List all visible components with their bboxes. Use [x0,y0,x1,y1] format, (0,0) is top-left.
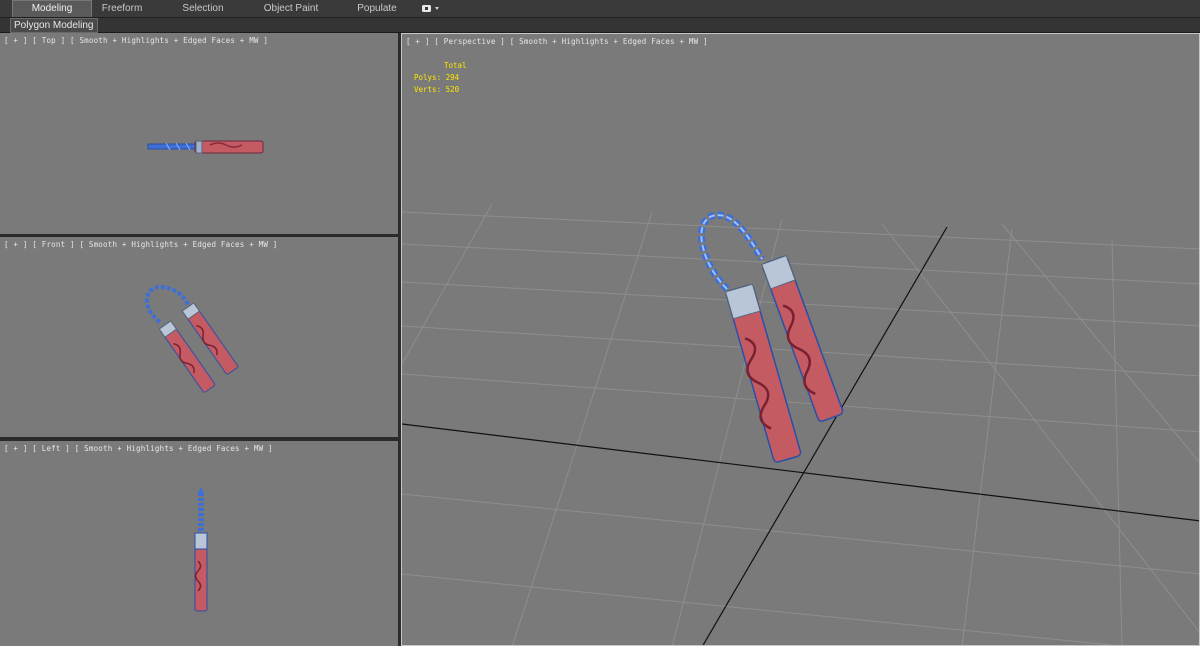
left-view-nunchaku [194,487,208,612]
polygon-modeling-panel[interactable]: Polygon Modeling [10,18,98,33]
tab-modeling[interactable]: Modeling [12,0,92,17]
home-grid [402,203,1199,645]
front-view-nunchaku [144,284,239,393]
viewport-front[interactable]: [ + ] [ Front ] [ Smooth + Highlights + … [0,237,398,437]
tab-selection[interactable]: Selection [166,1,240,16]
world-axes [402,226,1199,645]
tab-freeform[interactable]: Freeform [84,1,160,16]
tab-populate[interactable]: Populate [343,1,411,16]
viewport-perspective[interactable]: [ + ] [ Perspective ] [ Smooth + Highlig… [401,33,1200,646]
top-view-nunchaku [147,140,264,154]
panel-bar: Polygon Modeling [0,18,1200,33]
display-toggle-icon[interactable] [421,3,441,14]
tab-object-paint[interactable]: Object Paint [252,1,330,16]
ribbon-bar: Modeling Freeform Selection Object Paint… [0,0,1200,18]
viewport-top[interactable]: [ + ] [ Top ] [ Smooth + Highlights + Ed… [0,33,398,234]
viewport-left[interactable]: [ + ] [ Left ] [ Smooth + Highlights + E… [0,441,398,646]
perspective-scene [402,203,1199,645]
